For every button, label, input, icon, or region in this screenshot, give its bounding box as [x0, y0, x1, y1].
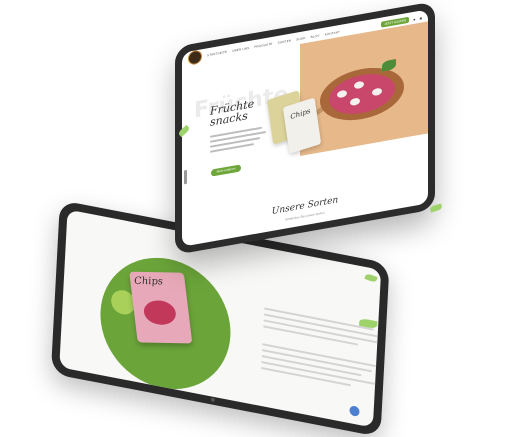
- chat-bubble-icon[interactable]: [349, 405, 360, 417]
- front-tablet-screen: STARTSEITE ÜBER UNS PRODUKTE SORTEN SHOP…: [182, 9, 428, 247]
- nav-item-products[interactable]: PRODUKTE: [254, 42, 272, 49]
- text-line: [264, 307, 375, 331]
- nav-item-about[interactable]: ÜBER UNS: [232, 46, 249, 53]
- nav-item-contact[interactable]: KONTAKT: [325, 30, 340, 37]
- mockup-scene: Chips STARTSEITE ÜBER UNS PRODUKTE SORTE…: [0, 0, 520, 437]
- user-icon[interactable]: ●: [413, 16, 415, 21]
- fruit-pieces-image: [142, 300, 178, 325]
- leaf-icon: [429, 203, 443, 213]
- cart-icon[interactable]: ■: [420, 15, 422, 20]
- chips-bag-image: Chips: [282, 97, 322, 154]
- nav-item-blog[interactable]: BLOG: [311, 33, 320, 39]
- nav-item-shop[interactable]: SHOP: [296, 36, 305, 42]
- chips-bag-label: Chips: [133, 275, 164, 288]
- nav-item-flavors[interactable]: SORTEN: [278, 38, 292, 44]
- brand-logo[interactable]: [188, 49, 202, 66]
- section-title: Unsere Sorten: [271, 195, 339, 217]
- hero-title: Früchte snacks: [210, 97, 254, 129]
- side-tab[interactable]: [184, 169, 187, 185]
- front-tablet: STARTSEITE ÜBER UNS PRODUKTE SORTEN SHOP…: [175, 1, 435, 256]
- chips-bag-image: Chips: [129, 271, 193, 344]
- learn-more-button[interactable]: Mehr erfahren: [211, 164, 241, 177]
- nav-item-home[interactable]: STARTSEITE: [207, 50, 227, 58]
- chips-bag-label: Chips: [289, 106, 311, 122]
- home-indicator: [210, 397, 215, 403]
